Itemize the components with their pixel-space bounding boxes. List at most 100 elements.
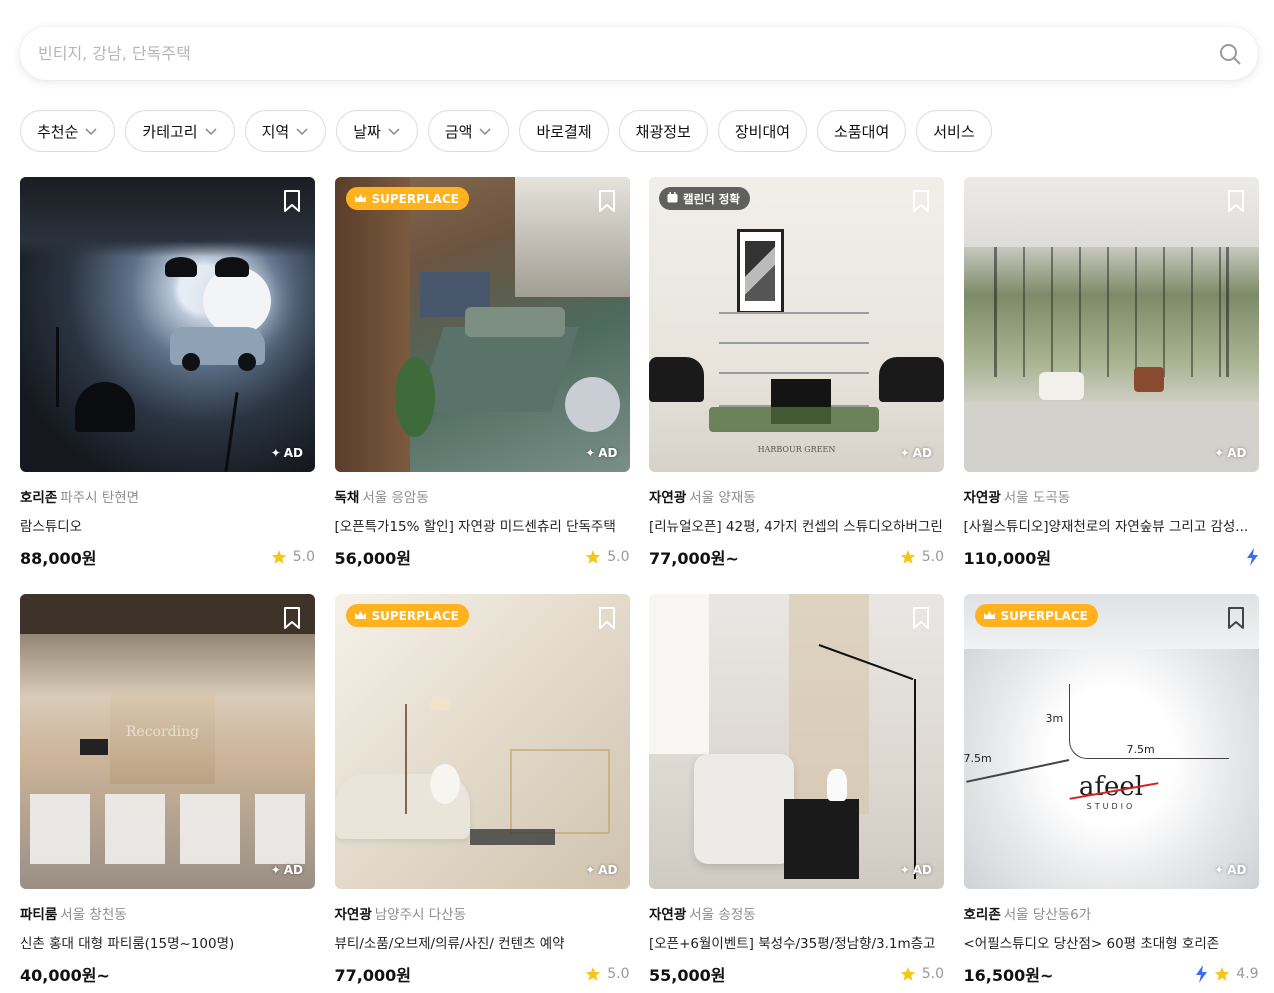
listing-meta: 자연광 서울 도곡동 — [964, 486, 1259, 506]
listing-card[interactable]: ✦ AD 자연광 서울 송정동 [오픈+6월이벤트] 북성수/35평/정남향/3.1… — [649, 594, 944, 993]
instant-booking — [1246, 548, 1259, 566]
listing-meta: 파티룸 서울 창천동 — [20, 903, 315, 923]
sparkle-icon: ✦ — [585, 863, 596, 877]
listing-photo[interactable] — [649, 594, 944, 889]
listing-title: <어필스튜디오 당산점> 60평 초대형 호리존 — [963, 936, 1220, 952]
ad-label: AD — [283, 863, 303, 877]
listing-location: 서울 송정동 — [689, 907, 756, 923]
listing-card[interactable]: SUPERPLACE ✦ AD 자연광 남양주시 다산동 뷰티/소품/오브제/의류/… — [334, 594, 630, 993]
filter-label: 채광정보 — [635, 122, 691, 141]
ad-label: AD — [1227, 446, 1247, 460]
filter-price[interactable]: 금액 — [427, 110, 510, 152]
filter-equipment[interactable]: 장비대여 — [717, 110, 808, 152]
rating-value: 5.0 — [292, 549, 315, 565]
bookmark-icon[interactable] — [910, 606, 932, 630]
listing-card[interactable]: ✦ AD 자연광 서울 도곡동 [사월스튜디오]양재천로의 자연숲뷰 그리고 감성.… — [963, 177, 1259, 594]
bookmark-icon[interactable] — [281, 606, 303, 630]
listing-title: 람스튜디오 — [20, 519, 83, 535]
listing-category: 파티룸 — [20, 907, 58, 923]
sparkle-icon: ✦ — [270, 863, 281, 877]
listing-meta: 자연광 남양주시 다산동 — [335, 903, 630, 923]
sparkle-icon: ✦ — [1214, 863, 1225, 877]
dimension-label: 3m — [1045, 712, 1064, 725]
sparkle-icon: ✦ — [270, 446, 281, 460]
rating-value: 4.9 — [1236, 966, 1259, 982]
search-bar — [20, 27, 1258, 80]
ad-label: AD — [912, 446, 932, 460]
filter-props[interactable]: 소품대여 — [817, 110, 907, 152]
rating: 5.0 — [271, 549, 315, 565]
star-icon — [1214, 966, 1230, 982]
sparkle-icon: ✦ — [1214, 446, 1225, 460]
listing-card[interactable]: ✦ AD 호리존 파주시 탄현면 람스튜디오 88,000원 5.0 — [20, 177, 315, 594]
superplace-badge: SUPERPLACE — [974, 604, 1098, 627]
chevron-down-icon — [478, 124, 492, 138]
listing-card[interactable]: SUPERPLACE ✦ AD 독채 서울 응암동 [오픈특가15% 할인] 자연광… — [334, 177, 630, 594]
listing-card[interactable]: 3m 7.5m 7.5m afeel STUDIO SUPERPLACE ✦ AD… — [963, 594, 1259, 993]
dimension-label: 7.5m — [963, 752, 992, 765]
logo-text: afeel — [1078, 772, 1144, 802]
listing-photo[interactable] — [334, 177, 630, 472]
listing-meta: 독채 서울 응암동 — [335, 486, 630, 506]
bookmark-icon[interactable] — [596, 189, 618, 213]
listing-category: 독채 — [334, 490, 360, 506]
filter-label: 바로결제 — [536, 122, 592, 141]
listing-category: 호리존 — [20, 490, 58, 506]
ad-label: AD — [598, 446, 618, 460]
ad-label: AD — [598, 863, 618, 877]
chevron-down-icon — [295, 124, 309, 138]
star-icon — [900, 966, 916, 982]
rating-value: 5.0 — [607, 966, 630, 982]
ad-badge: ✦ AD — [585, 446, 617, 460]
bookmark-icon[interactable] — [1225, 606, 1247, 630]
filter-label: 추천순 — [37, 122, 79, 141]
listing-card[interactable]: HARBOUR GREEN 캘린더 정확 ✦ AD 자연광 서울 양재동 [리뉴얼오… — [649, 177, 944, 594]
listing-meta: 호리존 서울 당산동6가 — [964, 903, 1259, 923]
listing-price: 88,000원 — [20, 549, 97, 568]
ad-badge: ✦ AD — [1214, 863, 1246, 877]
search-input[interactable] — [38, 44, 1218, 63]
listing-photo[interactable]: HARBOUR GREEN — [649, 177, 944, 472]
listing-photo[interactable] — [963, 177, 1259, 472]
listing-title: 뷰티/소품/오브제/의류/사진/ 컨텐츠 예약 — [334, 936, 565, 952]
lightning-icon — [1246, 548, 1259, 566]
filter-label: 서비스 — [933, 122, 975, 141]
rating-value: 5.0 — [921, 549, 944, 565]
listing-location: 남양주시 다산동 — [374, 907, 466, 923]
bookmark-icon[interactable] — [281, 189, 303, 213]
listing-price: 77,000원 — [334, 966, 411, 985]
filter-sort[interactable]: 추천순 — [20, 110, 116, 152]
listing-price: 77,000원~ — [649, 549, 739, 568]
crown-icon — [354, 192, 367, 206]
filter-date[interactable]: 날짜 — [336, 110, 418, 152]
listing-photo[interactable] — [20, 177, 315, 472]
listing-photo[interactable]: 3m 7.5m 7.5m afeel STUDIO — [963, 594, 1259, 889]
filter-region[interactable]: 지역 — [244, 110, 327, 152]
rating: 4.9 — [1195, 965, 1259, 983]
bookmark-icon[interactable] — [1225, 189, 1247, 213]
calendar-icon — [667, 191, 678, 206]
filter-service[interactable]: 서비스 — [916, 110, 992, 152]
listing-location: 서울 도곡동 — [1003, 490, 1071, 506]
filter-instant-pay[interactable]: 바로결제 — [519, 110, 609, 152]
listing-photo[interactable]: Recording — [20, 594, 315, 889]
filter-lighting[interactable]: 채광정보 — [618, 110, 708, 152]
ad-badge: ✦ AD — [585, 863, 617, 877]
filter-label: 장비대여 — [734, 122, 791, 141]
filter-category[interactable]: 카테고리 — [125, 110, 235, 152]
bookmark-icon[interactable] — [910, 189, 932, 213]
filter-bar: 추천순 카테고리 지역 날짜 금액 바로결제 채광정보 장비대여 소품대여 서비… — [20, 110, 992, 152]
ad-badge: ✦ AD — [1214, 446, 1246, 460]
listing-photo[interactable] — [334, 594, 630, 889]
listing-meta: 자연광 서울 송정동 — [649, 903, 944, 923]
ad-badge: ✦ AD — [900, 446, 932, 460]
search-icon[interactable] — [1218, 42, 1242, 66]
rating-value: 5.0 — [607, 549, 630, 565]
listing-card[interactable]: Recording ✦ AD 파티룸 서울 창천동 신촌 홍대 대형 파티룸(15명… — [20, 594, 315, 993]
ad-badge: ✦ AD — [271, 446, 303, 460]
filter-label: 금액 — [444, 122, 473, 141]
star-icon — [585, 966, 601, 982]
ad-label: AD — [1227, 863, 1247, 877]
calendar-badge: 캘린더 정확 — [659, 187, 750, 210]
bookmark-icon[interactable] — [596, 606, 618, 630]
